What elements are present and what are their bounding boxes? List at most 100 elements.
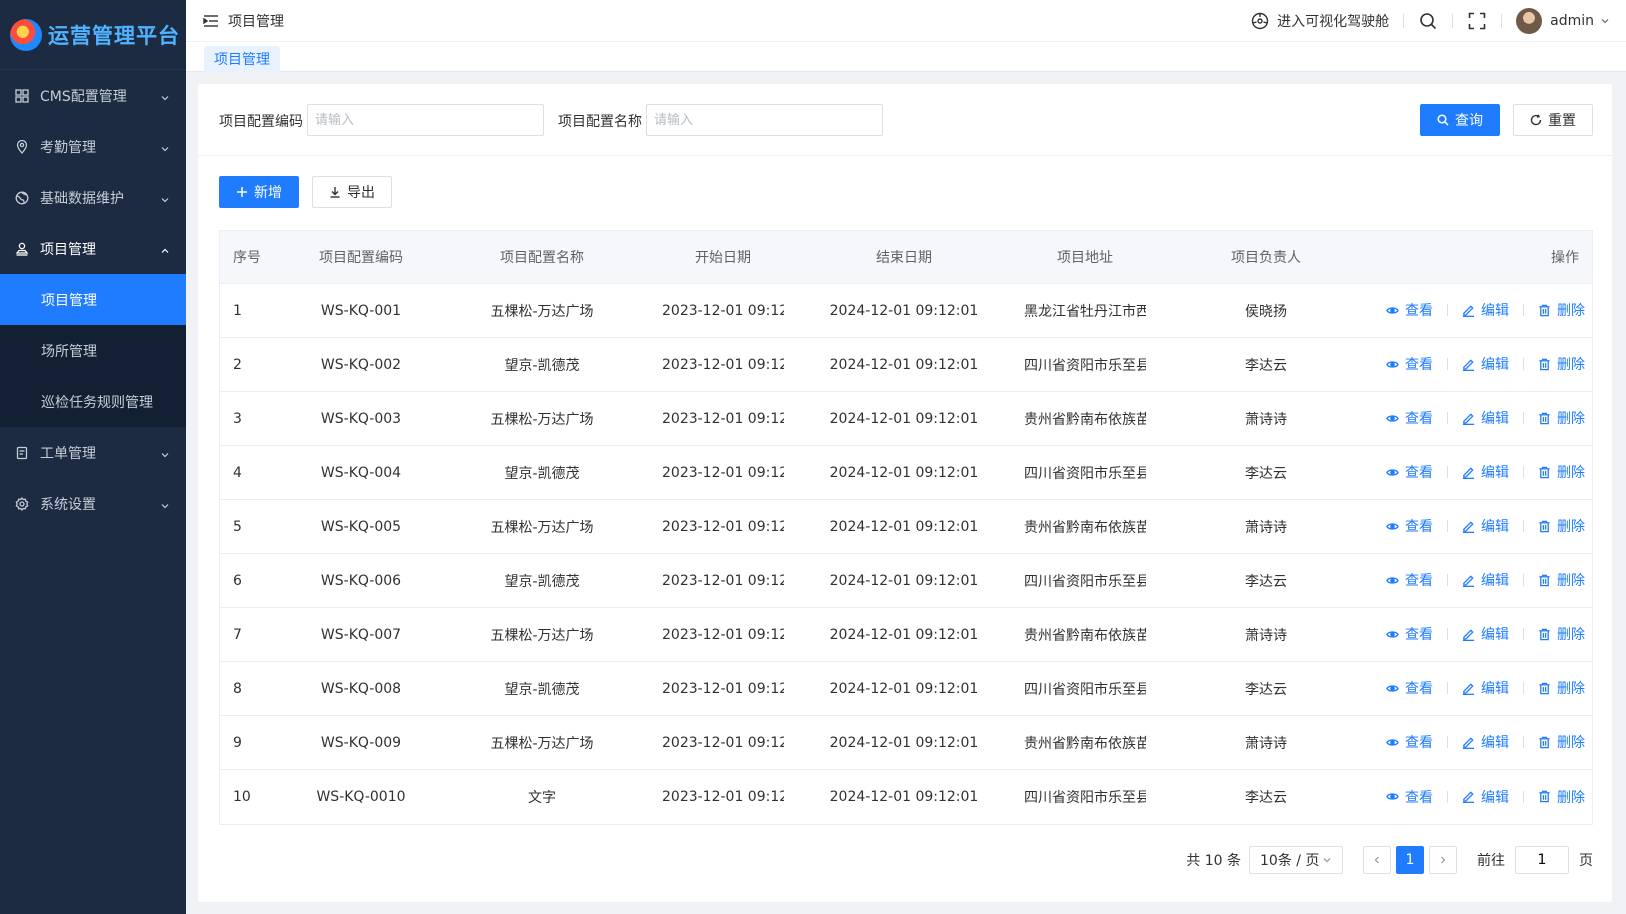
- view-button[interactable]: 查看: [1386, 787, 1433, 807]
- edit-button[interactable]: 编辑: [1462, 678, 1509, 698]
- header-divider: [1403, 14, 1405, 28]
- logo[interactable]: 运营管理平台: [0, 0, 186, 70]
- sidebar-subitem-venue[interactable]: 场所管理: [0, 325, 186, 376]
- name-input[interactable]: [646, 104, 883, 136]
- export-button[interactable]: 导出: [312, 176, 392, 208]
- delete-button[interactable]: 删除: [1538, 787, 1585, 807]
- edit-button[interactable]: 编辑: [1462, 354, 1509, 374]
- sidebar-item-attendance[interactable]: 考勤管理: [0, 121, 186, 172]
- view-button[interactable]: 查看: [1386, 408, 1433, 428]
- action-divider: [1447, 790, 1448, 803]
- search-button[interactable]: 查询: [1420, 104, 1500, 136]
- column-header: 结束日期: [876, 250, 932, 266]
- edit-icon: [1462, 683, 1475, 695]
- eye-icon: [1386, 577, 1399, 584]
- search-icon[interactable]: [1418, 11, 1438, 31]
- sidebar-item-cms[interactable]: CMS配置管理: [0, 70, 186, 121]
- user-stamp-icon: [14, 241, 30, 257]
- tags-bar: 项目管理: [186, 42, 1626, 72]
- cell-owner: 李达云: [1245, 357, 1287, 374]
- chevron-down-icon: [160, 193, 170, 203]
- sidebar-item-project[interactable]: 项目管理: [0, 223, 186, 274]
- action-divider: [1523, 520, 1524, 533]
- prev-page-button[interactable]: [1363, 846, 1391, 874]
- edit-button[interactable]: 编辑: [1462, 570, 1509, 590]
- sidebar-item-basic-data[interactable]: 基础数据维护: [0, 172, 186, 223]
- view-button[interactable]: 查看: [1386, 462, 1433, 482]
- delete-button[interactable]: 删除: [1538, 300, 1585, 320]
- delete-label: 删除: [1557, 411, 1585, 428]
- edit-button[interactable]: 编辑: [1462, 516, 1509, 536]
- action-divider: [1523, 412, 1524, 425]
- code-input[interactable]: [307, 104, 544, 136]
- sidebar-item-work-order[interactable]: 工单管理: [0, 427, 186, 478]
- edit-button[interactable]: 编辑: [1462, 732, 1509, 752]
- view-label: 查看: [1405, 411, 1433, 428]
- edit-icon: [1462, 629, 1475, 641]
- delete-button[interactable]: 删除: [1538, 408, 1585, 428]
- edit-button[interactable]: 编辑: [1462, 624, 1509, 644]
- goto-page-input[interactable]: [1515, 846, 1569, 874]
- edit-label: 编辑: [1481, 627, 1509, 644]
- header-divider: [1452, 14, 1454, 28]
- reset-button[interactable]: 重置: [1513, 104, 1593, 136]
- fullscreen-icon[interactable]: [1467, 11, 1487, 31]
- sidebar-subitem-inspection-rules[interactable]: 巡检任务规则管理: [0, 376, 186, 427]
- view-button[interactable]: 查看: [1386, 516, 1433, 536]
- menu-fold-icon[interactable]: [202, 12, 220, 30]
- tab-project-management[interactable]: 项目管理: [204, 46, 280, 72]
- delete-label: 删除: [1557, 519, 1585, 536]
- sidebar-subitem-project[interactable]: 项目管理: [0, 274, 186, 325]
- chevron-down-icon: [1323, 858, 1331, 863]
- delete-button[interactable]: 删除: [1538, 624, 1585, 644]
- total-count: 共 10 条: [1186, 853, 1241, 869]
- delete-button[interactable]: 删除: [1538, 462, 1585, 482]
- cell-actions: 查看 编辑 删除: [1386, 354, 1592, 375]
- edit-button[interactable]: 编辑: [1462, 787, 1509, 807]
- user-menu[interactable]: admin: [1516, 8, 1610, 34]
- cell-start-date: 2023-12-01 09:12:01: [662, 356, 784, 373]
- edit-label: 编辑: [1481, 357, 1509, 374]
- cell-name: 望京-凯德茂: [504, 465, 580, 482]
- edit-button[interactable]: 编辑: [1462, 462, 1509, 482]
- cell-owner: 侯晓扬: [1245, 303, 1287, 320]
- add-button[interactable]: 新增: [219, 176, 299, 208]
- page-size-select[interactable]: 10条 / 页: [1249, 846, 1343, 874]
- delete-label: 删除: [1557, 681, 1585, 698]
- delete-button[interactable]: 删除: [1538, 354, 1585, 374]
- view-button[interactable]: 查看: [1386, 678, 1433, 698]
- view-button[interactable]: 查看: [1386, 570, 1433, 590]
- delete-button[interactable]: 删除: [1538, 678, 1585, 698]
- sidebar-item-settings[interactable]: 系统设置: [0, 478, 186, 529]
- edit-label: 编辑: [1481, 735, 1509, 752]
- cell-owner: 李达云: [1245, 681, 1287, 698]
- view-label: 查看: [1405, 303, 1433, 320]
- action-divider: [1447, 304, 1448, 317]
- cell-end-date: 2024-12-01 09:12:01: [829, 356, 979, 373]
- delete-button[interactable]: 删除: [1538, 732, 1585, 752]
- cell-end-date: 2024-12-01 09:12:01: [829, 680, 979, 697]
- delete-button[interactable]: 删除: [1538, 516, 1585, 536]
- view-button[interactable]: 查看: [1386, 354, 1433, 374]
- delete-button[interactable]: 删除: [1538, 570, 1585, 590]
- chevron-right-icon: [1441, 856, 1446, 864]
- delete-label: 删除: [1557, 465, 1585, 482]
- edit-label: 编辑: [1481, 789, 1509, 806]
- edit-button[interactable]: 编辑: [1462, 408, 1509, 428]
- view-button[interactable]: 查看: [1386, 624, 1433, 644]
- cell-name: 文字: [528, 790, 556, 806]
- next-page-button[interactable]: [1429, 846, 1457, 874]
- table-row: 9 WS-KQ-009 五棵松-万达广场 2023-12-01 09:12:01 202…: [220, 716, 1592, 770]
- action-divider: [1523, 628, 1524, 641]
- cell-index: 4: [233, 464, 242, 481]
- cockpit-link[interactable]: 进入可视化驾驶舱: [1251, 11, 1389, 31]
- cell-actions: 查看 编辑 删除: [1386, 570, 1592, 591]
- page-number-current[interactable]: 1: [1396, 846, 1424, 874]
- view-button[interactable]: 查看: [1386, 300, 1433, 320]
- action-divider: [1523, 466, 1524, 479]
- edit-button[interactable]: 编辑: [1462, 300, 1509, 320]
- app-root: 运营管理平台 CMS配置管理 考勤管理 基础数据维护 项目管理 项目管理 场所管…: [0, 0, 1626, 914]
- delete-label: 删除: [1557, 357, 1585, 374]
- view-button[interactable]: 查看: [1386, 732, 1433, 752]
- cell-index: 8: [233, 680, 242, 697]
